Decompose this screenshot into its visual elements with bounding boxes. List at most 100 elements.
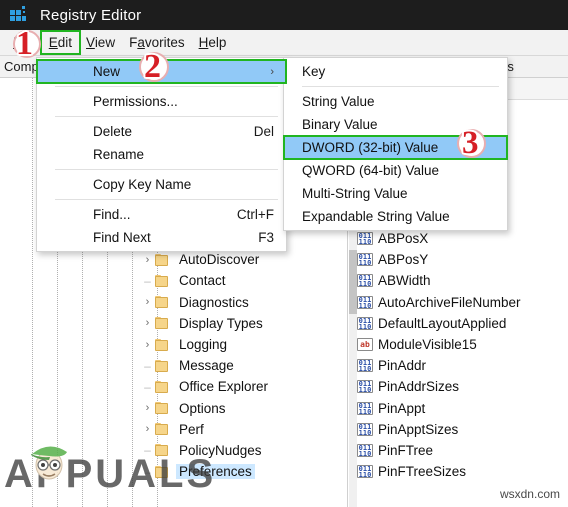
menubar-item-view[interactable]: View xyxy=(79,32,122,53)
tree-item-contact[interactable]: – Contact xyxy=(0,270,347,291)
dword-value-icon: 011 110 xyxy=(357,274,373,288)
registry-value-name: PinApptSizes xyxy=(378,421,459,437)
tree-leaf-connector-icon: – xyxy=(144,379,151,394)
dword-value-icon: 011 110 xyxy=(357,380,373,394)
tree-item-message[interactable]: – Message xyxy=(0,355,347,376)
edit-menu-item-rename[interactable]: Rename xyxy=(37,143,286,166)
registry-value-name: ABWidth xyxy=(378,273,431,289)
menu-separator xyxy=(55,116,278,117)
new-menu-item-key[interactable]: Key xyxy=(284,60,507,83)
menu-item-label: QWORD (64-bit) Value xyxy=(302,163,440,178)
dword-value-icon: 011 110 xyxy=(357,232,373,246)
tree-item-label: Message xyxy=(179,358,234,374)
registry-value-name: PinAddr xyxy=(378,358,427,374)
tree-leaf-connector-icon: – xyxy=(144,358,151,373)
tree-item-label: Perf xyxy=(179,421,204,437)
menu-item-label: DWORD (32-bit) Value xyxy=(302,140,439,155)
registry-value-name: AutoArchiveFileNumber xyxy=(378,294,521,310)
registry-value-row[interactable]: 011 110 PinAddr xyxy=(357,355,568,376)
tree-leaf-connector-icon: – xyxy=(144,273,151,288)
tree-item-diagnostics[interactable]: › Diagnostics xyxy=(0,292,347,313)
new-menu-item-qword-64-bit-value[interactable]: QWORD (64-bit) Value xyxy=(284,159,507,182)
submenu-arrow-icon: › xyxy=(270,65,274,78)
tree-item-label: Options xyxy=(179,400,226,416)
dword-value-icon: 011 110 xyxy=(357,359,373,373)
menu-item-label: New xyxy=(93,64,121,79)
registry-value-row[interactable]: 011 110 PinFTreeSizes xyxy=(357,461,568,482)
edit-menu-item-find-next[interactable]: Find Next F3 xyxy=(37,226,286,249)
chevron-right-icon[interactable]: › xyxy=(140,296,155,308)
new-menu-item-expandable-string-value[interactable]: Expandable String Value xyxy=(284,205,507,228)
registry-editor-icon xyxy=(10,6,28,24)
chevron-right-icon[interactable]: › xyxy=(140,423,155,435)
registry-value-row[interactable]: 011 110 ABWidth xyxy=(357,270,568,291)
menu-item-label: Delete xyxy=(93,124,133,139)
window-title: Registry Editor xyxy=(40,6,142,24)
step-badge-1: 1 xyxy=(15,25,35,62)
tree-item-logging[interactable]: › Logging xyxy=(0,334,347,355)
tree-item-options[interactable]: › Options xyxy=(0,398,347,419)
tree-item-display-types[interactable]: › Display Types xyxy=(0,313,347,334)
chevron-right-icon[interactable]: › xyxy=(140,317,155,329)
menu-item-label: String Value xyxy=(302,94,375,109)
edit-dropdown-menu[interactable]: New › Permissions... Delete Del Rename Copy Ke… xyxy=(36,57,287,252)
chevron-right-icon[interactable]: › xyxy=(140,402,155,414)
registry-value-name: ModuleVisible15 xyxy=(378,337,477,353)
dword-value-icon: 011 110 xyxy=(357,422,373,436)
menu-item-label: Permissions... xyxy=(93,94,178,109)
registry-value-name: ABPosX xyxy=(378,231,429,247)
menu-item-label: Binary Value xyxy=(302,117,378,132)
registry-value-row[interactable]: 011 110 ABPosX xyxy=(357,228,568,249)
registry-value-row[interactable]: 011 110 PinAppt xyxy=(357,398,568,419)
menu-separator xyxy=(55,169,278,170)
folder-icon xyxy=(155,402,171,415)
values-scrollbar-thumb[interactable] xyxy=(349,250,357,314)
dword-value-icon: 011 110 xyxy=(357,401,373,415)
appuals-watermark: APPUALS xyxy=(4,446,216,497)
tree-item-autodiscover[interactable]: › AutoDiscover xyxy=(0,249,347,270)
registry-value-name: PinAddrSizes xyxy=(378,379,460,395)
chevron-right-icon[interactable]: › xyxy=(140,339,155,351)
registry-value-row[interactable]: 011 110 DefaultLayoutApplied xyxy=(357,313,568,334)
registry-value-row[interactable]: 011 110 PinApptSizes xyxy=(357,419,568,440)
menu-separator xyxy=(302,86,499,87)
tree-item-label: AutoDiscover xyxy=(179,252,260,268)
tree-item-label: Contact xyxy=(179,273,226,289)
registry-value-name: ABPosY xyxy=(378,252,429,268)
menu-bar: File Edit View Favorites Help xyxy=(0,30,568,56)
registry-value-row[interactable]: 011 110 PinAddrSizes xyxy=(357,376,568,397)
menu-item-shortcut: F3 xyxy=(258,230,274,245)
registry-value-row[interactable]: 011 110 AutoArchiveFileNumber xyxy=(357,292,568,313)
chevron-right-icon[interactable]: › xyxy=(140,254,155,266)
tree-item-label: Display Types xyxy=(179,315,263,331)
menu-item-label: Find Next xyxy=(93,230,151,245)
edit-menu-item-delete[interactable]: Delete Del xyxy=(37,120,286,143)
edit-menu-item-permissions[interactable]: Permissions... xyxy=(37,90,286,113)
tree-item-office-explorer[interactable]: – Office Explorer xyxy=(0,376,347,397)
menu-item-shortcut: Ctrl+F xyxy=(236,207,274,222)
registry-value-name: PinFTree xyxy=(378,442,434,458)
registry-value-row[interactable]: ab ModuleVisible15 xyxy=(357,334,568,355)
folder-icon xyxy=(155,338,171,351)
menubar-item-edit[interactable]: Edit xyxy=(39,30,82,55)
edit-menu-item-copy-key-name[interactable]: Copy Key Name xyxy=(37,173,286,196)
title-bar: Registry Editor xyxy=(0,0,568,30)
new-menu-item-multi-string-value[interactable]: Multi-String Value xyxy=(284,182,507,205)
registry-value-row[interactable]: 011 110 ABPosY xyxy=(357,249,568,270)
edit-menu-item-find[interactable]: Find... Ctrl+F xyxy=(37,203,286,226)
registry-value-list[interactable]: 011 110 ABPosX 011 110 ABPosY 011 110 ABWidth 011… xyxy=(357,228,568,482)
registry-value-name: PinAppt xyxy=(378,400,426,416)
registry-value-name: PinFTreeSizes xyxy=(378,464,467,480)
tree-item-label: Office Explorer xyxy=(179,379,269,395)
folder-icon xyxy=(155,317,171,330)
menu-item-shortcut: Del xyxy=(253,124,274,139)
menu-separator xyxy=(55,199,278,200)
menubar-item-help[interactable]: Help xyxy=(192,32,234,53)
tree-item-perf[interactable]: › Perf xyxy=(0,419,347,440)
new-menu-item-string-value[interactable]: String Value xyxy=(284,90,507,113)
menu-separator xyxy=(55,86,278,87)
menu-item-label: Copy Key Name xyxy=(93,177,192,192)
registry-value-row[interactable]: 011 110 PinFTree xyxy=(357,440,568,461)
registry-editor-window: Registry Editor File Edit View Favorites… xyxy=(0,0,568,507)
folder-icon xyxy=(155,423,171,436)
